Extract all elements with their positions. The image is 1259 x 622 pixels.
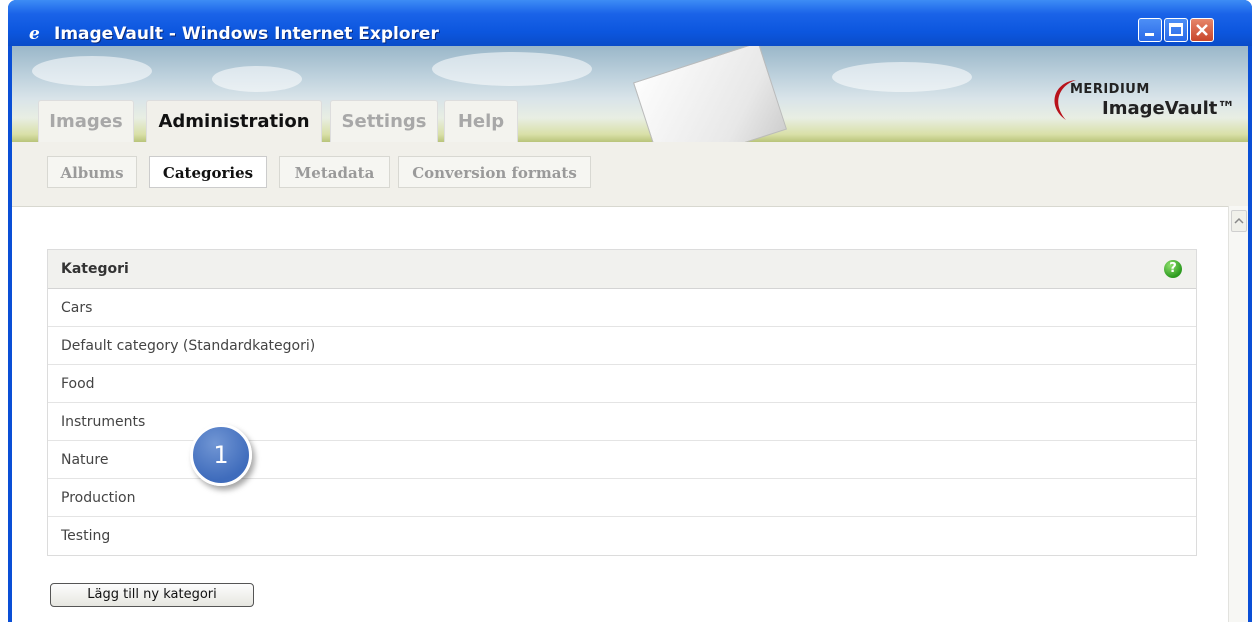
- maximize-button[interactable]: [1164, 18, 1188, 42]
- cloud-decoration: [212, 66, 302, 92]
- column-header-kategori: Kategori: [61, 261, 129, 277]
- tab-images[interactable]: Images: [38, 100, 134, 142]
- table-row[interactable]: Food: [48, 365, 1196, 403]
- svg-text:e: e: [29, 24, 40, 42]
- tab-settings[interactable]: Settings: [330, 100, 438, 142]
- close-button[interactable]: [1190, 18, 1214, 42]
- sub-navigation: Albums Categories Metadata Conversion fo…: [12, 142, 1248, 207]
- cloud-decoration: [832, 62, 972, 92]
- window-title: ImageVault - Windows Internet Explorer: [54, 24, 439, 44]
- tab-help[interactable]: Help: [444, 100, 518, 142]
- chevron-up-icon: [1234, 217, 1244, 224]
- banner-photo: [633, 46, 787, 142]
- vertical-scrollbar[interactable]: [1228, 206, 1248, 622]
- meridium-imagevault-logo: MERIDIUM ImageVault™: [1042, 76, 1242, 136]
- subtab-conversion-formats[interactable]: Conversion formats: [398, 156, 591, 188]
- cloud-decoration: [432, 52, 592, 86]
- category-table: Kategori ? Cars Default category (Standa…: [47, 249, 1197, 556]
- subtab-categories[interactable]: Categories: [149, 156, 267, 188]
- table-row[interactable]: Cars: [48, 289, 1196, 327]
- table-row[interactable]: Testing: [48, 517, 1196, 555]
- minimize-button[interactable]: [1138, 18, 1162, 42]
- table-header: Kategori ?: [48, 250, 1196, 289]
- subtab-metadata[interactable]: Metadata: [279, 156, 390, 188]
- question-icon[interactable]: ?: [1164, 260, 1182, 278]
- logo-imagevault-text: ImageVault™: [1102, 98, 1236, 119]
- browser-window: e ImageVault - Windows Internet Explorer: [8, 0, 1252, 622]
- add-category-button[interactable]: Lägg till ny kategori: [50, 583, 254, 607]
- subtab-albums[interactable]: Albums: [47, 156, 137, 188]
- page-content: MERIDIUM ImageVault™ Images Administrati…: [12, 46, 1248, 622]
- table-row[interactable]: Default category (Standardkategori): [48, 327, 1196, 365]
- header-banner: MERIDIUM ImageVault™ Images Administrati…: [12, 46, 1248, 142]
- tab-administration[interactable]: Administration: [146, 100, 322, 142]
- callout-marker: 1: [190, 424, 252, 486]
- title-bar: e ImageVault - Windows Internet Explorer: [8, 0, 1252, 46]
- scroll-up-button[interactable]: [1231, 210, 1247, 232]
- internet-explorer-icon: e: [28, 24, 46, 44]
- cloud-decoration: [32, 56, 152, 86]
- logo-meridium-text: MERIDIUM: [1070, 82, 1150, 97]
